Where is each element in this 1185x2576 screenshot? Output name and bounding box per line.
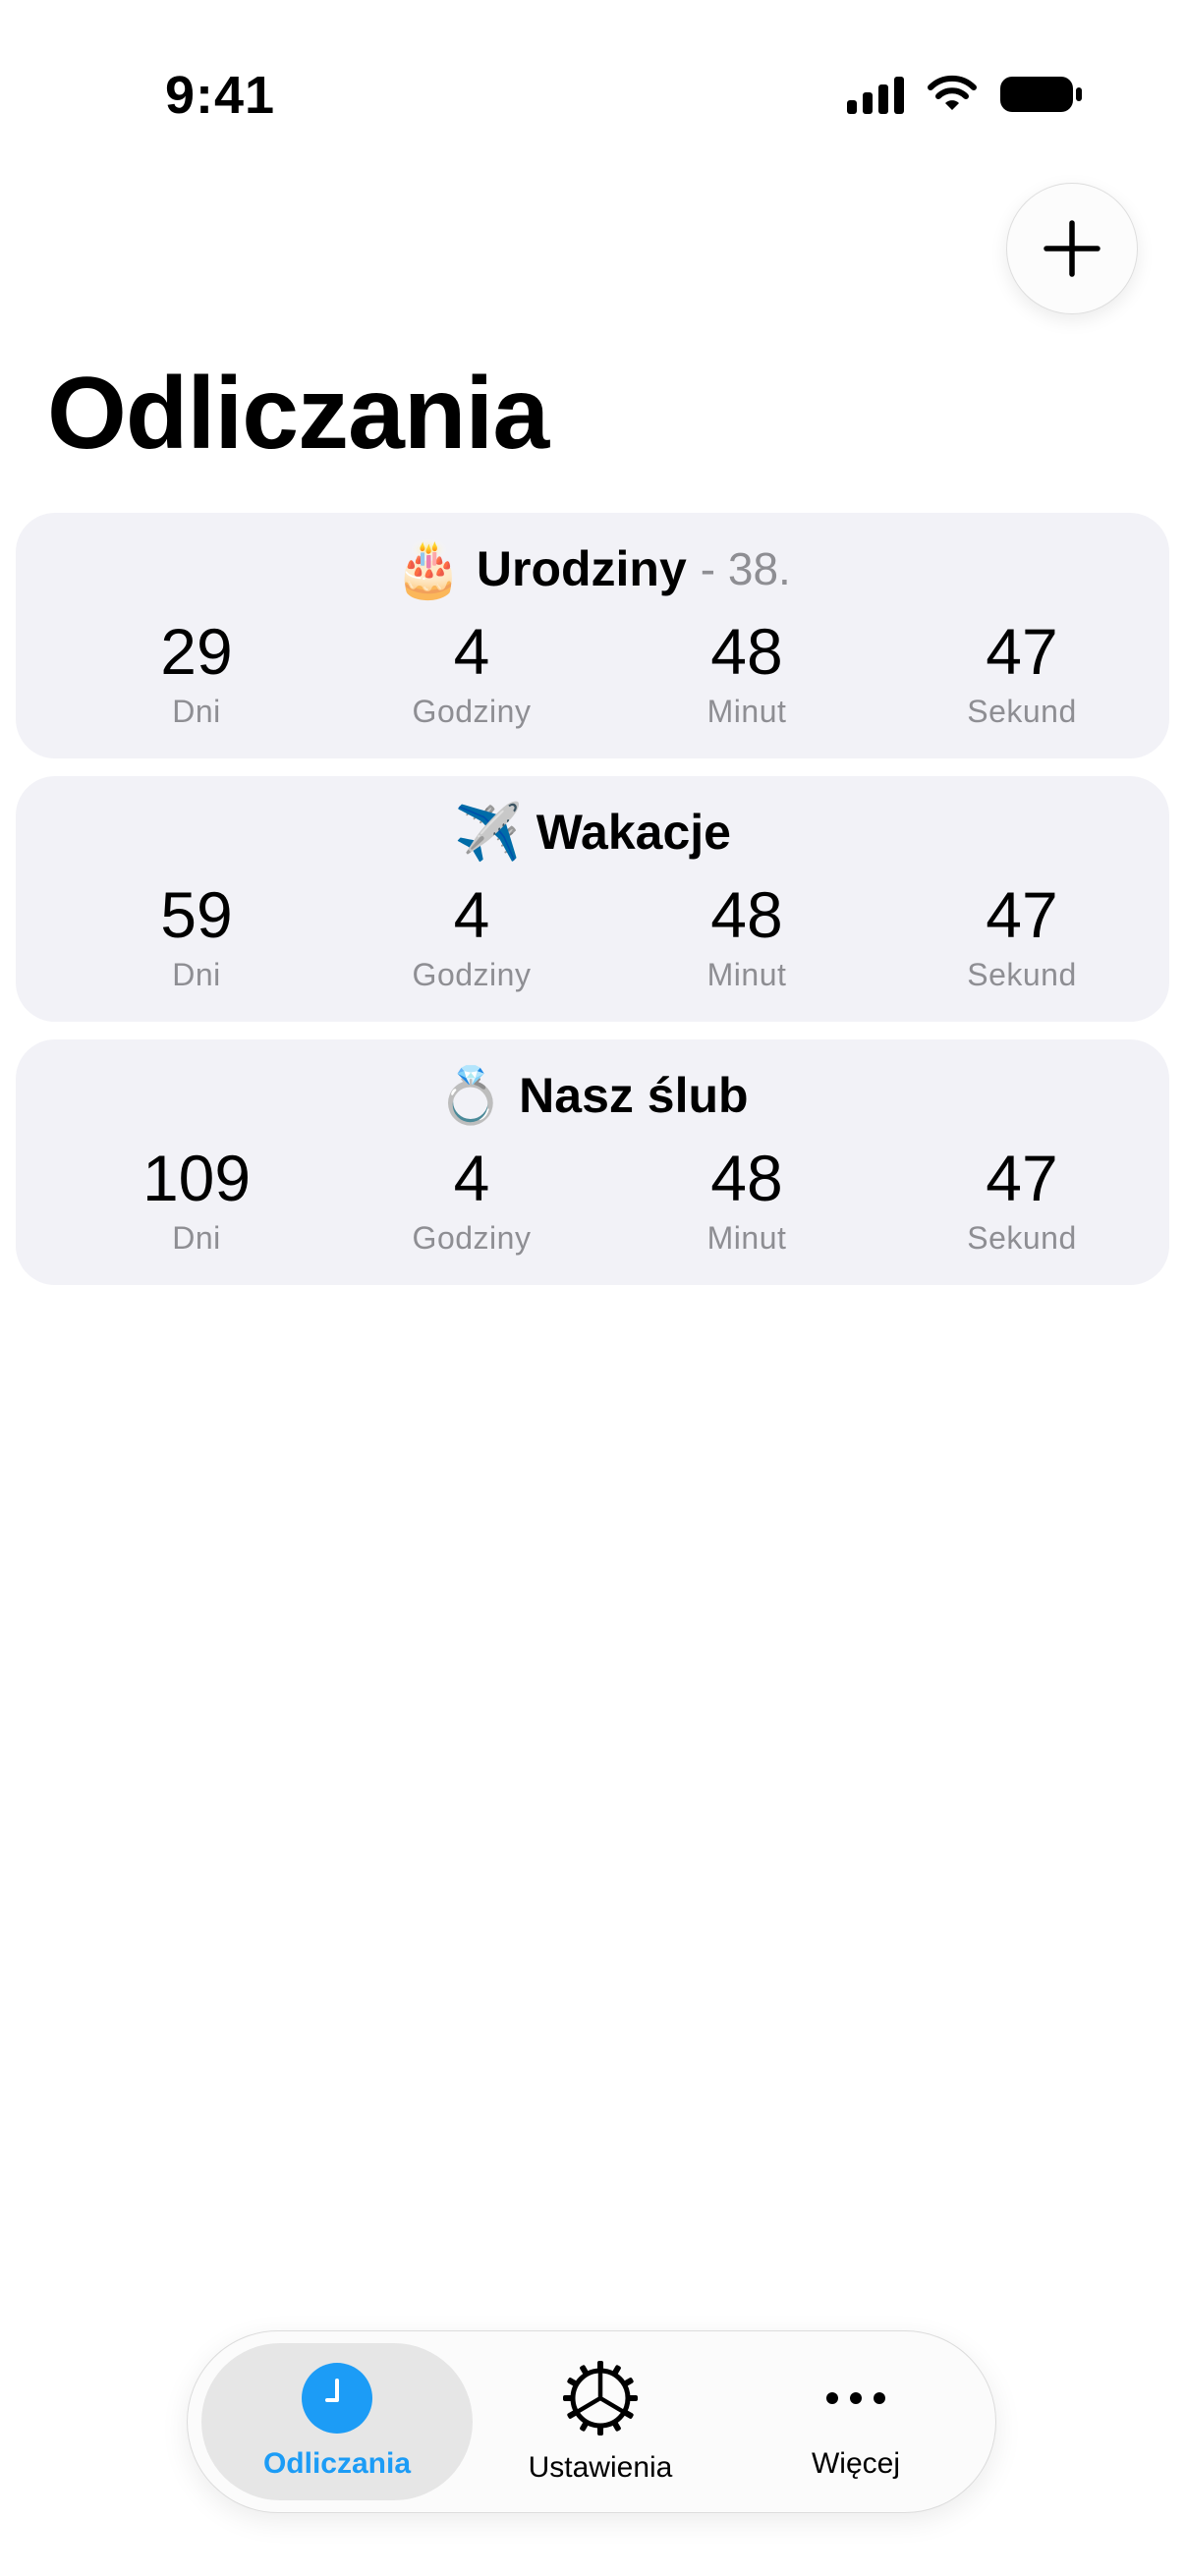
seconds-value: 47 (986, 878, 1058, 951)
minutes-value: 48 (710, 1142, 783, 1214)
unit-days: 59 Dni (88, 882, 305, 993)
unit-seconds: 47 Sekund (914, 882, 1130, 993)
minutes-value: 48 (710, 878, 783, 951)
countdown-card-vacation[interactable]: ✈️ Wakacje 59 Dni 4 Godziny 48 Minut 47 … (16, 776, 1169, 1022)
minutes-label: Minut (706, 694, 787, 729)
days-value: 59 (160, 878, 233, 951)
hours-label: Godziny (412, 694, 532, 729)
countdown-card-birthday[interactable]: 🎂 Urodziny - 38. 29 Dni 4 Godziny 48 Min… (16, 513, 1169, 758)
cake-icon: 🎂 (394, 537, 463, 601)
unit-minutes: 48 Minut (639, 619, 855, 730)
tab-bar: Odliczania Ustawienia Więcej (187, 2330, 996, 2513)
minutes-label: Minut (706, 957, 787, 992)
seconds-value: 47 (986, 1142, 1058, 1214)
tab-more[interactable]: Więcej (728, 2343, 984, 2500)
add-countdown-button[interactable] (1006, 183, 1138, 314)
seconds-label: Sekund (967, 1220, 1077, 1256)
tab-countdowns[interactable]: Odliczania (201, 2343, 473, 2500)
gear-icon (563, 2361, 638, 2436)
app-screen: 9:41 Odliczania 🎂 Urodziny - 38. 29 Dni … (0, 0, 1185, 2576)
tab-label: Ustawienia (528, 2451, 673, 2484)
days-label: Dni (172, 1220, 221, 1256)
page-title: Odliczania (47, 357, 549, 471)
airplane-icon: ✈️ (453, 801, 523, 865)
minutes-value: 48 (710, 615, 783, 688)
days-label: Dni (172, 957, 221, 992)
card-name: Wakacje (536, 805, 731, 860)
card-title: ✈️ Wakacje (16, 800, 1169, 865)
unit-seconds: 47 Sekund (914, 619, 1130, 730)
status-icons (847, 75, 1083, 114)
days-value: 109 (141, 1142, 252, 1214)
card-title: 💍 Nasz ślub (16, 1063, 1169, 1128)
countdown-card-wedding[interactable]: 💍 Nasz ślub 109 Dni 4 Godziny 48 Minut 4… (16, 1039, 1169, 1285)
days-value: 29 (160, 615, 233, 688)
ring-icon: 💍 (436, 1064, 506, 1128)
tab-settings[interactable]: Ustawienia (473, 2343, 728, 2500)
cellular-signal-icon (847, 75, 904, 114)
unit-days: 29 Dni (88, 619, 305, 730)
battery-icon (1000, 75, 1083, 114)
unit-hours: 4 Godziny (364, 882, 580, 993)
hours-value: 4 (453, 878, 490, 951)
card-name: Nasz ślub (519, 1068, 749, 1123)
unit-hours: 4 Godziny (364, 1146, 580, 1257)
wifi-icon (926, 75, 979, 114)
hours-value: 4 (453, 1142, 490, 1214)
tab-label: Odliczania (262, 2447, 412, 2480)
unit-minutes: 48 Minut (639, 1146, 855, 1257)
unit-hours: 4 Godziny (364, 619, 580, 730)
seconds-label: Sekund (967, 694, 1077, 729)
days-label: Dni (172, 694, 221, 729)
hours-value: 4 (453, 615, 490, 688)
status-time: 9:41 (165, 66, 276, 125)
seconds-label: Sekund (967, 957, 1077, 992)
hours-label: Godziny (412, 957, 532, 992)
plus-icon (1044, 220, 1100, 277)
seconds-value: 47 (986, 615, 1058, 688)
clock-icon (302, 2363, 372, 2434)
tab-label: Więcej (811, 2447, 900, 2480)
ellipsis-icon (826, 2392, 885, 2404)
card-name: Urodziny (476, 541, 687, 596)
unit-days: 109 Dni (88, 1146, 305, 1257)
minutes-label: Minut (706, 1220, 787, 1256)
card-suffix: - 38. (700, 543, 791, 594)
unit-seconds: 47 Sekund (914, 1146, 1130, 1257)
unit-minutes: 48 Minut (639, 882, 855, 993)
card-title: 🎂 Urodziny - 38. (16, 536, 1169, 601)
hours-label: Godziny (412, 1220, 532, 1256)
